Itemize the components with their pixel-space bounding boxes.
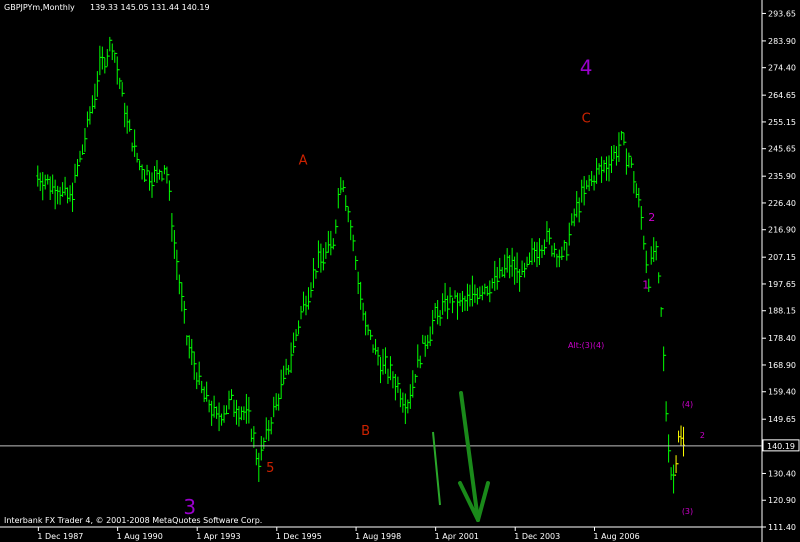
copyright-text: Interbank FX Trader 4, © 2001-2008 MetaQ… bbox=[4, 516, 262, 525]
chart-window: 3 5 A B C 4 1 2 Alt:(3)(4) (4) (3) 2 293.65 283.90 27… bbox=[0, 0, 800, 542]
x-tick-label: 1 Dec 1995 bbox=[276, 532, 322, 541]
y-tick-label: 207.15 bbox=[768, 253, 796, 262]
wave-label: 1 bbox=[642, 279, 649, 292]
x-tick-label: 1 Dec 2003 bbox=[514, 532, 560, 541]
wave-label: (3) bbox=[682, 507, 693, 516]
y-tick-label: 216.90 bbox=[768, 226, 796, 235]
y-tick-label: 283.90 bbox=[768, 37, 796, 46]
wave-label: B bbox=[361, 424, 370, 439]
wave-label: A bbox=[299, 154, 308, 169]
wave-label: 5 bbox=[266, 461, 274, 476]
y-tick-label: 168.90 bbox=[768, 361, 796, 370]
price-chart[interactable]: 35ABC412Alt:(3)(4)(4)(3)2 293.65283.9027… bbox=[0, 0, 800, 542]
ohlc-readout: 139.33 145.05 131.44 140.19 bbox=[90, 3, 210, 12]
x-tick-label: 1 Dec 1987 bbox=[37, 532, 83, 541]
y-tick-label: 235.90 bbox=[768, 172, 796, 181]
wave-label: Alt:(3)(4) bbox=[568, 341, 604, 350]
y-tick-label: 120.90 bbox=[768, 496, 796, 505]
wave-label: C bbox=[582, 111, 591, 126]
x-tick-label: 1 Aug 2006 bbox=[594, 532, 640, 541]
y-tick-label: 245.65 bbox=[768, 145, 796, 154]
y-tick-label: 159.40 bbox=[768, 388, 796, 397]
y-tick-label: 178.40 bbox=[768, 334, 796, 343]
y-tick-label: 149.65 bbox=[768, 415, 796, 424]
y-tick-label: 197.65 bbox=[768, 280, 796, 289]
x-tick-label: 1 Aug 1998 bbox=[355, 532, 401, 541]
y-tick-label: 130.40 bbox=[768, 469, 796, 478]
wave-label: (4) bbox=[682, 400, 693, 409]
x-tick-label: 1 Aug 1990 bbox=[117, 532, 163, 541]
y-tick-label: 274.40 bbox=[768, 64, 796, 73]
y-tick-label: 226.40 bbox=[768, 199, 796, 208]
x-tick-label: 1 Apr 1993 bbox=[196, 532, 240, 541]
x-tick-label: 1 Apr 2001 bbox=[435, 532, 479, 541]
y-tick-label: 293.65 bbox=[768, 9, 796, 18]
symbol-timeframe: GBPJPYm,Monthly bbox=[4, 3, 75, 12]
wave-label: 2 bbox=[648, 211, 655, 224]
wave-label: 4 bbox=[580, 55, 593, 79]
y-tick-label: 188.15 bbox=[768, 307, 796, 316]
current-price-label: 140.19 bbox=[767, 442, 795, 451]
y-tick-label: 255.15 bbox=[768, 118, 796, 127]
wave-label: 2 bbox=[700, 431, 705, 440]
y-tick-label: 111.40 bbox=[768, 523, 796, 532]
y-tick-label: 264.65 bbox=[768, 91, 796, 100]
